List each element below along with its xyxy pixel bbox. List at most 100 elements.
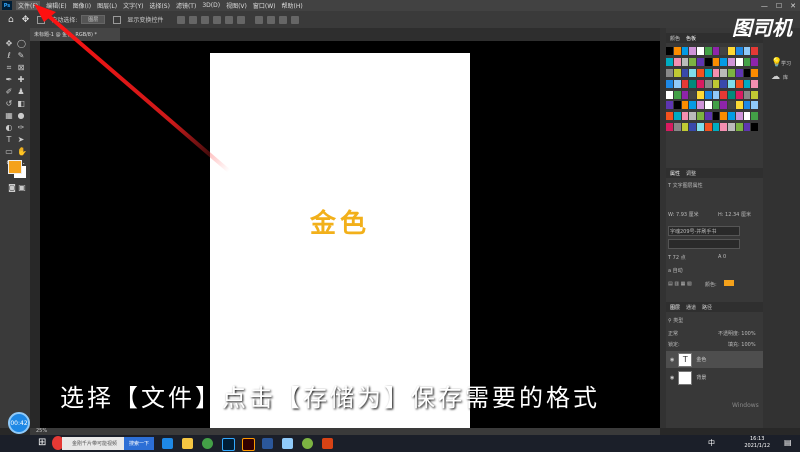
color-swatch[interactable]	[673, 68, 681, 77]
color-swatch[interactable]	[704, 79, 712, 88]
color-swatch[interactable]	[666, 57, 673, 66]
healing-brush-icon[interactable]: ✚	[17, 76, 25, 84]
color-swatch[interactable]	[751, 68, 758, 77]
color-swatch[interactable]	[720, 90, 727, 99]
color-swatch[interactable]	[681, 123, 689, 132]
menu-window[interactable]: 窗口(W)	[253, 1, 276, 10]
color-swatch[interactable]	[712, 101, 720, 110]
align-buttons[interactable]: ▤ ▥ ▦ ▧	[668, 281, 692, 287]
color-swatch[interactable]	[673, 90, 681, 99]
color-swatch[interactable]	[720, 101, 727, 110]
illustrator-taskbar-icon[interactable]	[242, 438, 255, 451]
color-swatch[interactable]	[743, 57, 751, 66]
color-swatch[interactable]	[666, 123, 673, 132]
move-tool-icon[interactable]: ✥	[22, 15, 30, 25]
document-canvas[interactable]: 金色	[210, 53, 470, 428]
taskbar-clock[interactable]: 16:13 2021/1/12	[744, 436, 770, 450]
history-brush-icon[interactable]: ↺	[5, 100, 13, 108]
color-swatch[interactable]	[712, 112, 720, 121]
color-swatch[interactable]	[728, 79, 735, 88]
color-swatch[interactable]	[720, 123, 727, 132]
path-select-icon[interactable]: ➤	[17, 136, 25, 144]
color-swatch[interactable]	[666, 101, 673, 110]
app2-taskbar-icon[interactable]	[322, 438, 333, 449]
color-swatch[interactable]	[666, 47, 673, 55]
color-swatch[interactable]	[743, 79, 751, 88]
antialias-field[interactable]: a 自动	[668, 267, 683, 274]
library-icon[interactable]: ☁	[771, 72, 780, 82]
auto-select-dropdown[interactable]: 图层	[81, 15, 106, 24]
menu-3d[interactable]: 3D(D)	[202, 2, 220, 9]
menu-help[interactable]: 帮助(H)	[282, 1, 303, 10]
3d-mode-icon[interactable]	[255, 15, 264, 24]
quick-mask-icon[interactable]: ◙	[8, 184, 16, 192]
menu-view[interactable]: 视图(V)	[226, 1, 247, 10]
color-swatch[interactable]	[720, 47, 727, 55]
maximize-icon[interactable]: ☐	[776, 2, 782, 10]
move-tool-icon[interactable]: ✥	[5, 40, 13, 48]
tab-properties[interactable]: 属性	[670, 170, 680, 177]
hand-tool-icon[interactable]: ✋	[17, 148, 27, 156]
auto-select-checkbox[interactable]	[37, 15, 46, 24]
color-swatch[interactable]	[689, 90, 696, 99]
color-swatch[interactable]	[704, 90, 712, 99]
color-swatch[interactable]	[743, 101, 751, 110]
color-swatch[interactable]	[751, 79, 758, 88]
color-swatch[interactable]	[728, 101, 735, 110]
tab-channels[interactable]: 通道	[686, 304, 696, 311]
chrome-icon[interactable]	[202, 438, 213, 449]
pen-tool-icon[interactable]: ✑	[17, 124, 25, 132]
color-swatch[interactable]	[735, 79, 743, 88]
color-swatch[interactable]	[735, 90, 743, 99]
minimize-icon[interactable]: —	[761, 2, 768, 10]
3d-slide-icon[interactable]	[291, 15, 300, 24]
file-explorer-icon[interactable]	[182, 438, 193, 449]
color-swatch[interactable]	[712, 79, 720, 88]
color-swatch[interactable]	[697, 68, 704, 77]
color-swatch[interactable]	[720, 79, 727, 88]
color-swatch[interactable]	[697, 112, 704, 121]
color-swatch[interactable]	[666, 112, 673, 121]
color-swatch[interactable]	[673, 123, 681, 132]
color-swatch[interactable]	[743, 123, 751, 132]
eraser-tool-icon[interactable]: ◧	[17, 100, 25, 108]
blur-tool-icon[interactable]: ●	[17, 112, 25, 120]
menu-file[interactable]: 文件(F)	[16, 1, 41, 10]
height-field[interactable]: H: 12.34 厘米	[718, 211, 751, 218]
shape-tool-icon[interactable]: ▭	[5, 148, 13, 156]
color-swatch[interactable]	[712, 90, 720, 99]
close-icon[interactable]: ✕	[790, 2, 796, 10]
leading-field[interactable]: A 0	[718, 254, 726, 260]
color-swatch[interactable]	[689, 123, 696, 132]
color-swatch[interactable]	[666, 90, 673, 99]
text-color-swatch[interactable]	[724, 280, 734, 286]
type-tool-icon[interactable]: T	[5, 136, 13, 144]
photoshop-taskbar-icon[interactable]	[222, 438, 235, 451]
font-size-field[interactable]: T 72 点	[668, 254, 686, 261]
3d-rotate-icon[interactable]	[267, 15, 276, 24]
tab-color[interactable]: 颜色	[670, 35, 680, 42]
color-swatch[interactable]	[704, 112, 712, 121]
color-swatch[interactable]	[666, 79, 673, 88]
color-swatch[interactable]	[712, 123, 720, 132]
color-swatch[interactable]	[743, 68, 751, 77]
color-swatch[interactable]	[728, 57, 735, 66]
tab-swatches[interactable]: 色板	[686, 35, 696, 42]
color-swatch[interactable]	[728, 112, 735, 121]
color-swatch[interactable]	[735, 101, 743, 110]
color-swatch[interactable]	[704, 101, 712, 110]
swatches-grid[interactable]	[666, 47, 758, 133]
width-field[interactable]: W: 7.93 厘米	[668, 211, 699, 218]
brush-tool-icon[interactable]: ✐	[5, 88, 13, 96]
fill-field[interactable]: 填充: 100%	[728, 341, 756, 348]
marquee-tool-icon[interactable]: ◯	[17, 40, 26, 48]
start-windows-icon[interactable]: ⊞	[38, 437, 46, 448]
media-taskbar-icon[interactable]	[302, 438, 313, 449]
color-swatch[interactable]	[720, 68, 727, 77]
color-swatch[interactable]	[743, 47, 751, 55]
color-swatch[interactable]	[743, 90, 751, 99]
foreground-color-swatch[interactable]	[8, 160, 22, 174]
color-swatch[interactable]	[689, 112, 696, 121]
home-icon[interactable]: ⌂	[8, 15, 14, 25]
color-swatch[interactable]	[673, 112, 681, 121]
